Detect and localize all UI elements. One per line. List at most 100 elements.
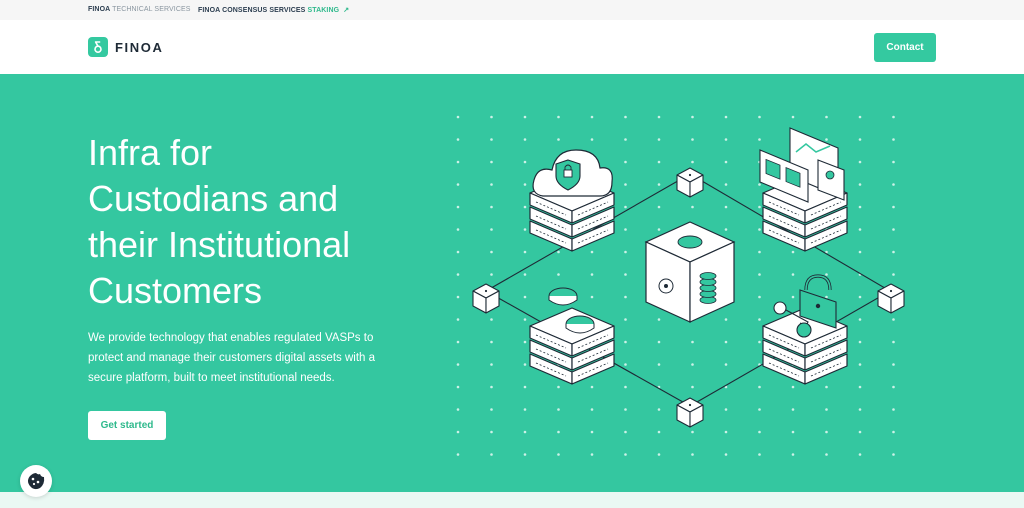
headline-line: Customers: [88, 270, 263, 311]
grid-dot: [892, 138, 895, 141]
grid-dot: [724, 318, 728, 321]
grid-dot: [624, 183, 627, 186]
grid-dot: [724, 363, 728, 366]
grid-dot: [624, 250, 627, 254]
grid-dot: [523, 205, 527, 209]
grid-dot: [557, 115, 560, 119]
grid-dot: [456, 115, 460, 119]
grid-dot: [758, 115, 761, 119]
grid-dot: [523, 228, 527, 231]
grid-dot: [590, 430, 594, 434]
custody-infrastructure-illustration: [456, 115, 905, 456]
grid-dot: [590, 408, 594, 411]
grid-dot: [557, 273, 560, 276]
node-cube-right: [877, 283, 905, 314]
grid-dot: [724, 228, 728, 231]
grid-dot: [858, 430, 862, 434]
grid-dot: [557, 453, 560, 456]
grid-dot: [523, 430, 527, 434]
grid-dot: [523, 453, 527, 456]
grid-dot: [858, 115, 862, 119]
grid-dot: [858, 295, 862, 299]
hero-headline: Infra for Custodians and their Instituti…: [88, 130, 448, 314]
grid-dot: [590, 273, 594, 276]
grid-dot: [657, 363, 661, 366]
grid-dot: [724, 160, 728, 164]
logo[interactable]: FINOA: [88, 37, 163, 57]
grid-dot: [456, 430, 460, 434]
grid-dot: [490, 408, 493, 411]
grid-dot: [657, 340, 661, 344]
grid-dot: [791, 430, 795, 434]
grid-dot: [691, 138, 694, 141]
grid-dot: [758, 408, 761, 411]
grid-dot: [657, 138, 661, 141]
main-nav: FINOA Contact: [0, 20, 1024, 74]
topbar-link-label: TECHNICAL SERVICES: [112, 6, 191, 13]
grid-dot: [590, 138, 594, 141]
next-section-strip: [0, 492, 1024, 508]
grid-dot: [523, 273, 527, 276]
grid-dot: [590, 295, 594, 299]
grid-dot: [490, 318, 493, 321]
grid-dot: [624, 318, 627, 321]
grid-dot: [791, 408, 795, 411]
grid-dot: [691, 205, 694, 209]
grid-dot: [490, 160, 493, 164]
grid-dot: [456, 453, 460, 456]
grid-dot: [624, 408, 627, 411]
grid-dot: [657, 318, 661, 321]
cookie-icon[interactable]: [20, 465, 52, 497]
grid-dot: [758, 453, 761, 456]
topbar-link-technical-services[interactable]: FINOA TECHNICAL SERVICES: [88, 6, 191, 13]
grid-dot: [758, 340, 761, 344]
node-cube-top: [676, 167, 704, 198]
grid-dot: [892, 228, 895, 231]
grid-dot: [724, 115, 728, 119]
grid-dot: [858, 250, 862, 254]
topbar-link-brand: FINOA: [88, 6, 111, 13]
contact-button[interactable]: Contact: [874, 33, 936, 62]
get-started-button[interactable]: Get started: [88, 411, 166, 440]
grid-dot: [456, 138, 460, 141]
grid-dot: [557, 250, 560, 254]
grid-dot: [858, 228, 862, 231]
grid-dot: [490, 385, 493, 389]
grid-dot: [791, 273, 795, 276]
grid-dot: [490, 363, 493, 366]
grid-dot: [490, 250, 493, 254]
grid-dot: [791, 295, 795, 299]
grid-dot: [825, 295, 828, 299]
grid-dot: [490, 205, 493, 209]
grid-dot: [523, 385, 527, 389]
grid-dot: [892, 273, 895, 276]
grid-dot: [758, 205, 761, 209]
grid-dot: [825, 453, 828, 456]
topbar-link-highlight: STAKING: [307, 7, 340, 14]
grid-dot: [590, 453, 594, 456]
grid-dot: [523, 183, 527, 186]
topbar-link-consensus-services[interactable]: FINOA CONSENSUS SERVICES STAKING ↗: [198, 6, 349, 14]
top-utility-bar: FINOA TECHNICAL SERVICES FINOA CONSENSUS…: [0, 0, 1024, 20]
grid-dot: [758, 183, 761, 186]
grid-dot: [791, 115, 795, 119]
grid-dot: [892, 205, 895, 209]
grid-dot: [825, 430, 828, 434]
grid-dot: [523, 318, 527, 321]
grid-dot: [858, 138, 862, 141]
arrow-up-right-icon: ↗: [343, 7, 350, 14]
grid-dot: [624, 228, 627, 231]
grid-dot: [456, 385, 460, 389]
grid-dot: [892, 430, 895, 434]
grid-dot: [624, 453, 627, 456]
grid-dot: [858, 363, 862, 366]
grid-dot: [624, 138, 627, 141]
grid-dot: [624, 115, 627, 119]
hero-section: Infra for Custodians and their Instituti…: [0, 74, 1024, 492]
grid-dot: [892, 453, 895, 456]
grid-dot: [624, 340, 627, 344]
grid-dot: [490, 138, 493, 141]
logo-text: FINOA: [115, 39, 164, 55]
grid-dot: [456, 250, 460, 254]
headline-line: their Institutional: [88, 224, 351, 265]
